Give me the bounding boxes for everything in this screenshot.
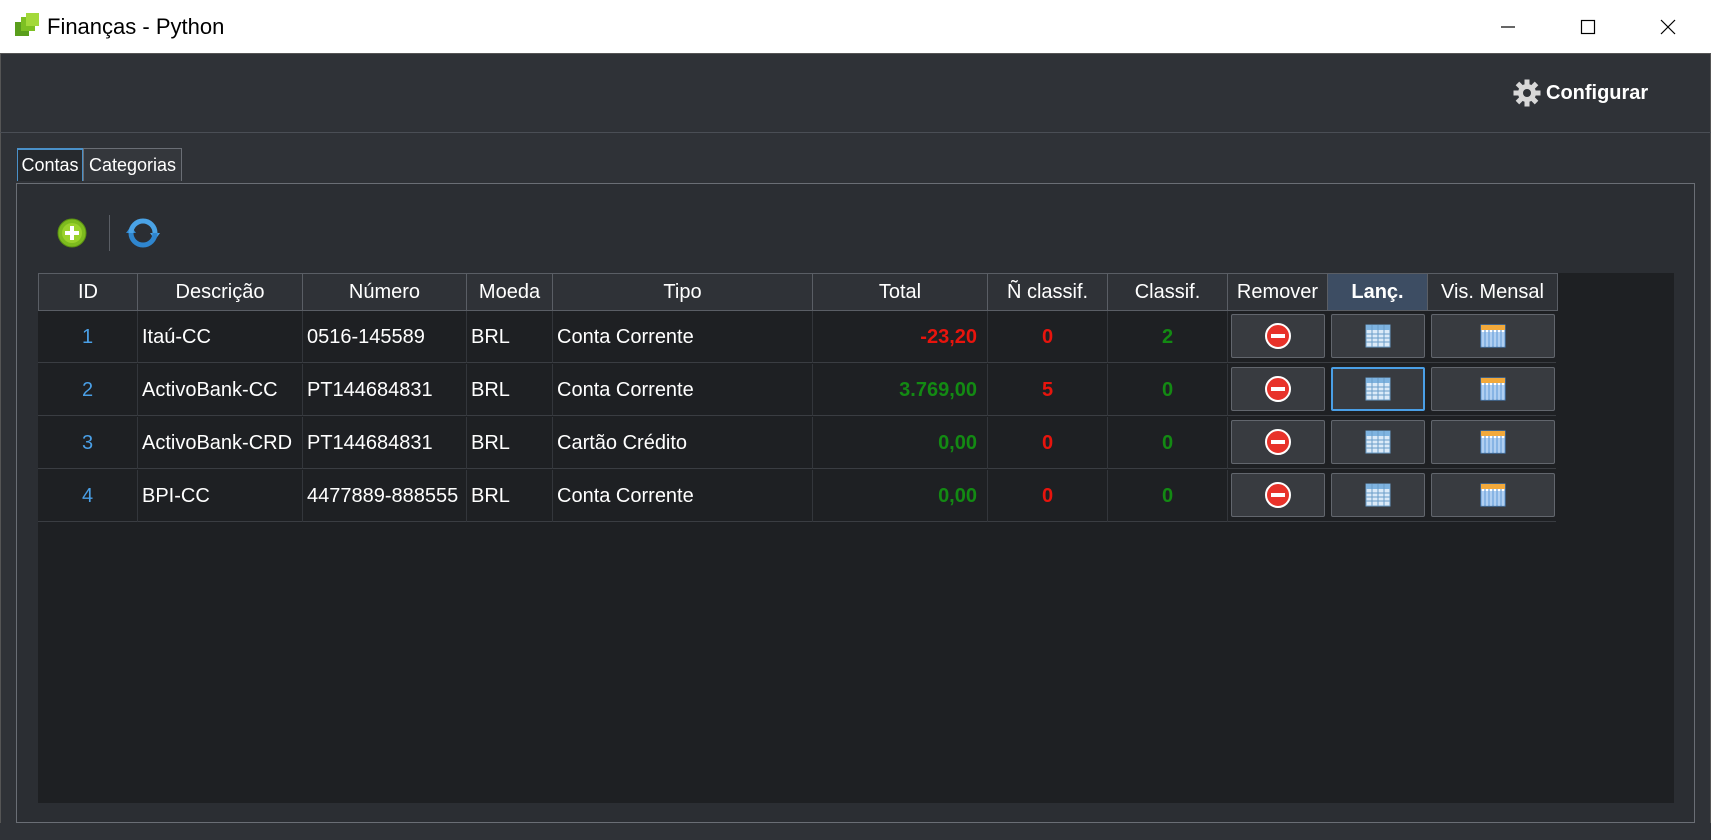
remove-icon bbox=[1265, 482, 1291, 508]
header-id[interactable]: ID bbox=[38, 273, 138, 311]
close-button[interactable] bbox=[1628, 0, 1708, 53]
header-lancamentos[interactable]: Lanç. bbox=[1328, 273, 1428, 311]
cell-tipo: Conta Corrente bbox=[553, 364, 813, 416]
monthly-view-button[interactable] bbox=[1431, 473, 1555, 517]
configure-label: Configurar bbox=[1546, 81, 1649, 104]
entries-button[interactable] bbox=[1331, 314, 1425, 358]
calendar-icon bbox=[1480, 324, 1506, 348]
add-circle-icon bbox=[57, 218, 87, 248]
cell-classif: 0 bbox=[1108, 470, 1228, 522]
gear-icon bbox=[1513, 79, 1541, 107]
entries-button[interactable] bbox=[1331, 473, 1425, 517]
minimize-icon bbox=[1501, 25, 1515, 28]
tab-contas[interactable]: Contas bbox=[17, 148, 83, 181]
grid-table-icon bbox=[1365, 483, 1391, 507]
cell-nao-classif: 0 bbox=[988, 311, 1108, 363]
cell-moeda: BRL bbox=[467, 311, 553, 363]
add-account-button[interactable] bbox=[56, 217, 88, 249]
header-tipo[interactable]: Tipo bbox=[553, 273, 813, 311]
maximize-icon bbox=[1580, 19, 1596, 34]
cell-id: 3 bbox=[38, 417, 138, 469]
monthly-view-button[interactable] bbox=[1431, 314, 1555, 358]
cell-tipo: Conta Corrente bbox=[553, 470, 813, 522]
cell-descricao: BPI-CC bbox=[138, 470, 303, 522]
monthly-view-button[interactable] bbox=[1431, 420, 1555, 464]
header-descricao[interactable]: Descrição bbox=[138, 273, 303, 311]
cell-total: 0,00 bbox=[813, 417, 988, 469]
cell-numero: PT144684831 bbox=[303, 417, 467, 469]
refresh-icon bbox=[126, 218, 160, 248]
cell-numero: 0516-145589 bbox=[303, 311, 467, 363]
table-row[interactable]: 4 BPI-CC 4477889-888555 BRL Conta Corrente 0,… bbox=[38, 470, 1556, 522]
minimize-button[interactable] bbox=[1468, 0, 1548, 53]
calendar-icon bbox=[1480, 377, 1506, 401]
toolbar-divider bbox=[0, 132, 1711, 133]
cell-nao-classif: 5 bbox=[988, 364, 1108, 416]
grid-table-icon bbox=[1365, 377, 1391, 401]
tab-categorias[interactable]: Categorias bbox=[83, 148, 182, 181]
header-vis-mensal[interactable]: Vis. Mensal bbox=[1428, 273, 1558, 311]
grid-table-icon bbox=[1365, 324, 1391, 348]
maximize-button[interactable] bbox=[1548, 0, 1628, 53]
table-row[interactable]: 2 ActivoBank-CC PT144684831 BRL Conta Corren… bbox=[38, 364, 1556, 416]
table-row[interactable]: 3 ActivoBank-CRD PT144684831 BRL Cartão Créd… bbox=[38, 417, 1556, 469]
refresh-button[interactable] bbox=[126, 216, 160, 250]
cell-numero: 4477889-888555 bbox=[303, 470, 467, 522]
remove-icon bbox=[1265, 376, 1291, 402]
window-title-bar: Finanças - Python bbox=[0, 0, 1711, 54]
cell-moeda: BRL bbox=[467, 417, 553, 469]
header-remover[interactable]: Remover bbox=[1228, 273, 1328, 311]
header-total[interactable]: Total bbox=[813, 273, 988, 311]
cell-tipo: Conta Corrente bbox=[553, 311, 813, 363]
entries-button[interactable] bbox=[1331, 367, 1425, 411]
header-numero[interactable]: Número bbox=[303, 273, 467, 311]
window-title: Finanças - Python bbox=[47, 14, 225, 39]
header-classif[interactable]: Classif. bbox=[1108, 273, 1228, 311]
configure-button[interactable]: Configurar bbox=[1512, 74, 1648, 112]
remove-account-button[interactable] bbox=[1231, 367, 1325, 411]
cell-descricao: ActivoBank-CRD bbox=[138, 417, 303, 469]
table-row[interactable]: 1 Itaú-CC 0516-145589 BRL Conta Corrente -23,… bbox=[38, 311, 1556, 363]
entries-button[interactable] bbox=[1331, 420, 1425, 464]
cell-descricao: ActivoBank-CC bbox=[138, 364, 303, 416]
cell-classif: 0 bbox=[1108, 417, 1228, 469]
header-moeda[interactable]: Moeda bbox=[467, 273, 553, 311]
cell-id: 4 bbox=[38, 470, 138, 522]
remove-icon bbox=[1265, 323, 1291, 349]
cell-total: 3.769,00 bbox=[813, 364, 988, 416]
remove-icon bbox=[1265, 429, 1291, 455]
cell-descricao: Itaú-CC bbox=[138, 311, 303, 363]
cell-moeda: BRL bbox=[467, 364, 553, 416]
monthly-view-button[interactable] bbox=[1431, 367, 1555, 411]
remove-account-button[interactable] bbox=[1231, 473, 1325, 517]
calendar-icon bbox=[1480, 483, 1506, 507]
cell-classif: 0 bbox=[1108, 364, 1228, 416]
cell-nao-classif: 0 bbox=[988, 417, 1108, 469]
cell-id: 1 bbox=[38, 311, 138, 363]
cell-total: 0,00 bbox=[813, 470, 988, 522]
grid-table-icon bbox=[1365, 430, 1391, 454]
close-icon bbox=[1660, 19, 1676, 34]
cell-id: 2 bbox=[38, 364, 138, 416]
cell-total: -23,20 bbox=[813, 311, 988, 363]
toolbar-separator bbox=[109, 215, 110, 251]
remove-account-button[interactable] bbox=[1231, 314, 1325, 358]
remove-account-button[interactable] bbox=[1231, 420, 1325, 464]
header-nao-classif[interactable]: Ñ classif. bbox=[988, 273, 1108, 311]
status-strip bbox=[0, 823, 1711, 840]
cell-moeda: BRL bbox=[467, 470, 553, 522]
cell-numero: PT144684831 bbox=[303, 364, 467, 416]
cell-nao-classif: 0 bbox=[988, 470, 1108, 522]
calendar-icon bbox=[1480, 430, 1506, 454]
cell-classif: 2 bbox=[1108, 311, 1228, 363]
app-logo-icon bbox=[15, 13, 39, 36]
cell-tipo: Cartão Crédito bbox=[553, 417, 813, 469]
